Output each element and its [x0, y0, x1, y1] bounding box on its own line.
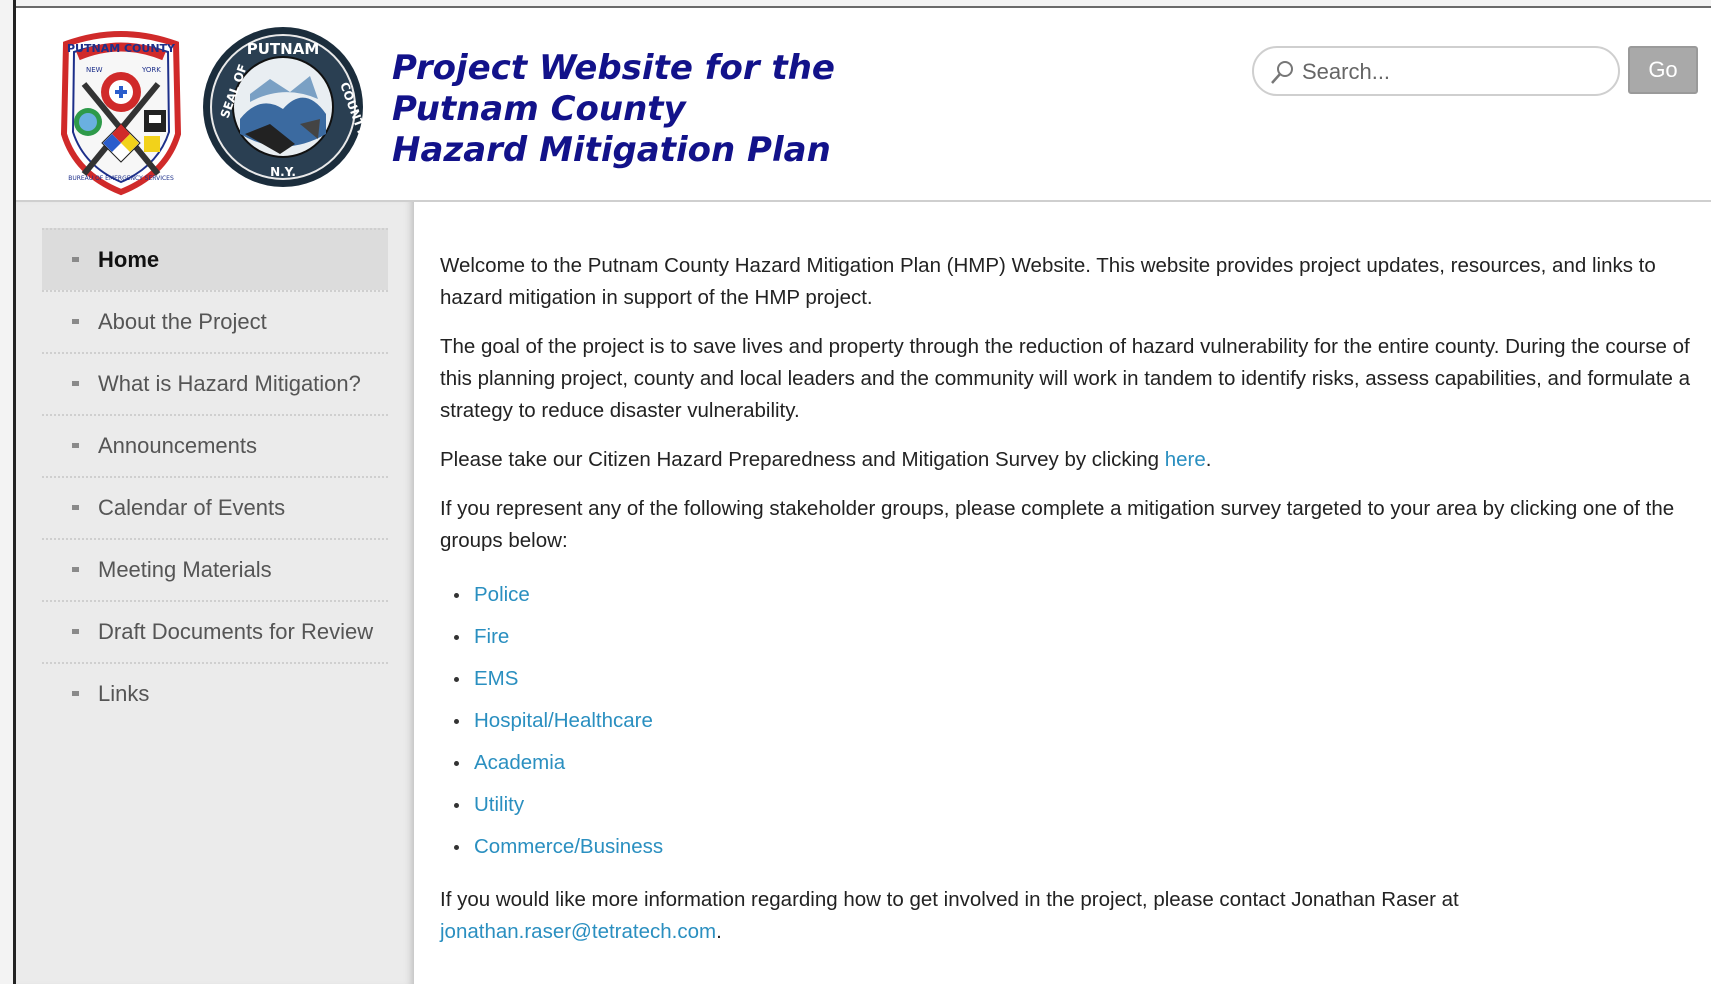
bullet-icon — [72, 567, 79, 572]
search-box[interactable] — [1252, 46, 1620, 96]
site-title-line: Project Website for the — [392, 48, 835, 88]
sidebar-item-announcements[interactable]: Announcements — [42, 414, 388, 476]
intro-paragraph: Welcome to the Putnam County Hazard Miti… — [440, 254, 1656, 309]
bullet-icon — [454, 761, 459, 766]
group-link-police[interactable]: Police — [474, 583, 530, 606]
sidebar: Home About the Project What is Hazard Mi… — [16, 202, 414, 984]
sidebar-item-label: Draft Documents for Review — [98, 619, 374, 644]
bullet-icon — [72, 629, 79, 634]
contact-email-link[interactable]: jonathan.raser@tetratech.com — [440, 920, 716, 943]
group-link-fire[interactable]: Fire — [474, 625, 509, 648]
sidebar-item-label: Home — [98, 247, 160, 272]
sidebar-nav: Home About the Project What is Hazard Mi… — [42, 228, 388, 724]
contact-paragraph: If you would like more information regar… — [440, 884, 1702, 948]
sidebar-item-label: Meeting Materials — [98, 557, 272, 582]
bullet-icon — [72, 691, 79, 696]
sidebar-item-what-is-hazard-mitigation[interactable]: What is Hazard Mitigation? — [42, 352, 388, 414]
sidebar-item-label: Announcements — [98, 433, 257, 458]
group-link-commerce-business[interactable]: Commerce/Business — [474, 835, 663, 858]
sidebar-item-about-the-project[interactable]: About the Project — [42, 290, 388, 352]
list-item: Commerce/Business — [440, 826, 1702, 868]
list-item: Police — [440, 574, 1702, 616]
svg-text:PUTNAM: PUTNAM — [247, 40, 320, 58]
site-header: PUTNAM COUNTY NEW YORK BUREAU OF EMERGEN… — [16, 8, 1711, 202]
group-link-academia[interactable]: Academia — [474, 751, 565, 774]
bullet-icon — [454, 593, 459, 598]
stakeholder-paragraph: If you represent any of the following st… — [440, 497, 1675, 552]
county-patch-logo[interactable]: PUTNAM COUNTY NEW YORK BUREAU OF EMERGEN… — [56, 24, 186, 196]
site-title: Project Website for the Putnam County Ha… — [392, 48, 912, 171]
bullet-icon — [454, 803, 459, 808]
window-left-border — [0, 0, 16, 984]
bullet-icon — [454, 677, 459, 682]
list-item: Utility — [440, 784, 1702, 826]
bullet-icon — [454, 719, 459, 724]
county-seal-logo[interactable]: PUTNAM SEAL OF COUNTY N.Y. — [200, 24, 366, 190]
sidebar-item-meeting-materials[interactable]: Meeting Materials — [42, 538, 388, 600]
sidebar-item-home[interactable]: Home — [42, 228, 388, 290]
group-link-ems[interactable]: EMS — [474, 667, 518, 690]
sidebar-item-links[interactable]: Links — [42, 662, 388, 724]
sidebar-item-label: What is Hazard Mitigation? — [98, 371, 361, 396]
site-title-line: Hazard Mitigation Plan — [392, 130, 831, 170]
survey-text: Please take our Citizen Hazard Preparedn… — [440, 448, 1165, 471]
goal-paragraph: The goal of the project is to save lives… — [440, 335, 1690, 422]
search-icon — [1271, 61, 1293, 84]
search-input[interactable] — [1300, 56, 1604, 88]
bullet-icon — [72, 505, 79, 510]
article-body: Welcome to the Putnam County Hazard Miti… — [440, 250, 1702, 965]
svg-text:PUTNAM COUNTY: PUTNAM COUNTY — [67, 42, 176, 55]
survey-end: . — [1205, 448, 1212, 471]
bullet-icon — [72, 443, 79, 448]
sidebar-item-calendar-of-events[interactable]: Calendar of Events — [42, 476, 388, 538]
bullet-icon — [72, 257, 79, 262]
list-item: Academia — [440, 742, 1702, 784]
survey-here-link[interactable]: here — [1165, 448, 1206, 471]
svg-text:YORK: YORK — [141, 66, 161, 74]
bullet-icon — [72, 319, 79, 324]
group-link-hospital-healthcare[interactable]: Hospital/Healthcare — [474, 709, 653, 732]
main-content: Welcome to the Putnam County Hazard Miti… — [414, 202, 1711, 984]
list-item: Hospital/Healthcare — [440, 700, 1702, 742]
group-link-utility[interactable]: Utility — [474, 793, 524, 816]
svg-text:NEW: NEW — [86, 66, 103, 74]
bullet-icon — [72, 381, 79, 386]
site-title-line: Putnam County — [392, 89, 686, 129]
list-item: EMS — [440, 658, 1702, 700]
survey-paragraph: Please take our Citizen Hazard Preparedn… — [440, 444, 1702, 476]
search-go-button[interactable]: Go — [1628, 46, 1698, 94]
sidebar-item-label: Calendar of Events — [98, 495, 286, 520]
sidebar-item-label: About the Project — [98, 309, 267, 334]
bullet-icon — [454, 635, 459, 640]
stakeholder-group-list: Police Fire EMS Hospital/Healthcare Acad… — [440, 574, 1702, 868]
list-item: Fire — [440, 616, 1702, 658]
svg-text:BUREAU OF EMERGENCY SERVICES: BUREAU OF EMERGENCY SERVICES — [68, 175, 174, 182]
bullet-icon — [454, 845, 459, 850]
contact-text: If you would like more information regar… — [440, 888, 1459, 911]
window-top-border — [0, 0, 1711, 8]
sidebar-item-label: Links — [98, 681, 150, 706]
contact-end: . — [716, 920, 722, 943]
sidebar-item-draft-documents[interactable]: Draft Documents for Review — [42, 600, 388, 662]
svg-text:N.Y.: N.Y. — [270, 165, 296, 179]
